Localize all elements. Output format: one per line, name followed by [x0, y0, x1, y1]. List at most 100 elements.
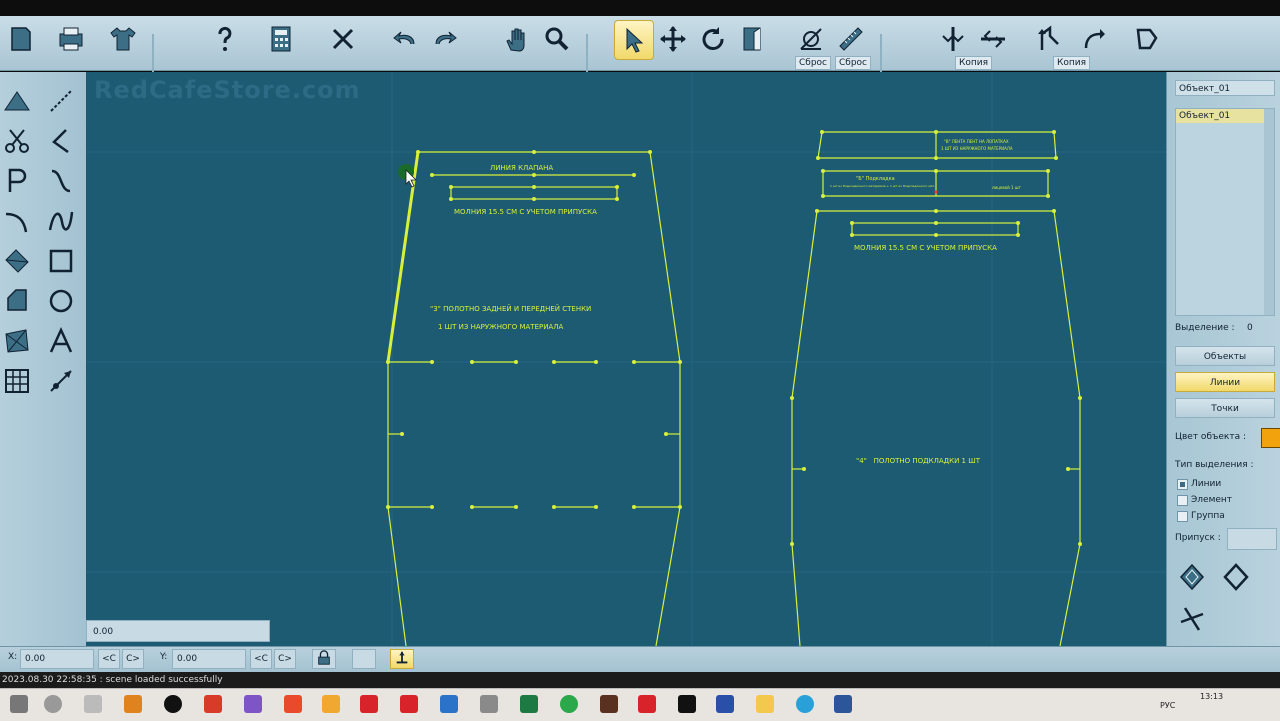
copy-rotate-left-icon[interactable]	[1030, 20, 1068, 58]
undo-icon[interactable]	[386, 20, 424, 58]
angle-tool-icon[interactable]	[44, 124, 78, 158]
flare-tool-icon[interactable]	[0, 324, 34, 358]
copy-label-1: Копия	[955, 56, 993, 70]
x-next-button[interactable]: C>	[122, 649, 144, 669]
drawing-canvas[interactable]: RedCafeStore.com ЛИНИЯ КЛАПАНА МОЛНИЯ 15…	[86, 72, 1166, 646]
allowance-input[interactable]	[1227, 528, 1277, 550]
browser-icon[interactable]	[284, 695, 302, 713]
point-tool-icon[interactable]	[0, 164, 34, 198]
garment-icon[interactable]	[104, 20, 142, 58]
status-line: 2023.08.30 22:58:35 : scene loaded succe…	[0, 672, 1280, 688]
dart-tool-icon[interactable]	[0, 244, 34, 278]
calculator-icon[interactable]	[262, 20, 300, 58]
language-indicator[interactable]: РУС	[1160, 701, 1175, 710]
app-icon[interactable]	[638, 695, 656, 713]
intersect-icon[interactable]	[1175, 602, 1209, 636]
x-prev-button[interactable]: <C	[98, 649, 120, 669]
app-icon[interactable]	[360, 695, 378, 713]
curve-tool-icon[interactable]	[44, 164, 78, 198]
grid-tool-icon[interactable]	[0, 364, 34, 398]
flap-line-label: ЛИНИЯ КЛАПАНА	[490, 164, 554, 172]
y-coordinate-input[interactable]: 0.00	[172, 649, 246, 669]
start-icon[interactable]	[10, 695, 28, 713]
print-icon[interactable]	[52, 20, 90, 58]
delete-cross-icon[interactable]	[324, 20, 362, 58]
copy-label-2: Копия	[1053, 56, 1091, 70]
measure-tool-icon[interactable]	[44, 364, 78, 398]
allowance-add-icon[interactable]	[1175, 560, 1209, 594]
object-list-item-selected[interactable]: Объект_01	[1176, 109, 1264, 123]
folder-icon[interactable]	[756, 695, 774, 713]
help-icon[interactable]	[206, 20, 244, 58]
group-checkbox[interactable]	[1177, 511, 1188, 522]
objects-button[interactable]: Объекты	[1175, 346, 1275, 366]
zipper-label-front: МОЛНИЯ 15.5 СМ С УЧЕТОМ ПРИПУСКА	[454, 208, 597, 216]
y-next-button[interactable]: C>	[274, 649, 296, 669]
y-prev-button[interactable]: <C	[250, 649, 272, 669]
element-checkbox[interactable]	[1177, 495, 1188, 506]
telegram-icon[interactable]	[796, 695, 814, 713]
triangle-tool-icon[interactable]	[0, 84, 34, 118]
coordinate-readout: 0.00	[86, 620, 270, 642]
list-scrollbar[interactable]	[1264, 109, 1274, 315]
selection-type-label: Тип выделения :	[1175, 460, 1254, 470]
zoom-icon[interactable]	[538, 20, 576, 58]
front-piece-label-1: "3" ПОЛОТНО ЗАДНЕЙ И ПЕРЕДНЕЙ СТЕНКИ	[430, 305, 592, 313]
ruler-icon[interactable]	[832, 20, 870, 58]
lining-top-label: "В" ЛЕНТА ПЕНТ НА ЛОПАТКАХ	[944, 139, 1009, 144]
new-file-icon[interactable]	[2, 20, 40, 58]
move-icon[interactable]	[654, 20, 692, 58]
arc-tool-icon[interactable]	[0, 204, 34, 238]
allowance-shape-icon[interactable]	[1219, 560, 1253, 594]
reset-angle-icon[interactable]	[792, 20, 830, 58]
lock-icon[interactable]	[312, 649, 336, 669]
select-arrow-icon[interactable]	[614, 20, 654, 60]
lines-checkbox[interactable]	[1177, 479, 1188, 490]
app-icon[interactable]	[322, 695, 340, 713]
pattern-drawing	[86, 72, 1166, 646]
app-icon[interactable]	[560, 695, 578, 713]
rotate-icon[interactable]	[694, 20, 732, 58]
spline-tool-icon[interactable]	[44, 204, 78, 238]
drawing-tools-panel	[0, 72, 87, 646]
points-button[interactable]: Точки	[1175, 398, 1275, 418]
app-icon[interactable]	[400, 695, 418, 713]
mirror-icon[interactable]	[734, 20, 772, 58]
excel-icon[interactable]	[520, 695, 538, 713]
blank-toggle-button[interactable]	[352, 649, 376, 669]
app-icon[interactable]	[204, 695, 222, 713]
lining-mid-right-label: лицевой 1 шт	[992, 185, 1021, 190]
rectangle-tool-icon[interactable]	[44, 244, 78, 278]
copy-vertical-icon[interactable]	[934, 20, 972, 58]
snap-icon[interactable]	[390, 649, 414, 669]
element-option-label: Элемент	[1191, 495, 1233, 505]
search-icon[interactable]	[44, 695, 62, 713]
object-name-field[interactable]: Объект_01	[1175, 80, 1275, 96]
viber-icon[interactable]	[244, 695, 262, 713]
app-icon[interactable]	[440, 695, 458, 713]
app-icon[interactable]	[480, 695, 498, 713]
app-icon[interactable]	[600, 695, 618, 713]
polygon-tool-icon[interactable]	[0, 284, 34, 318]
clock-time[interactable]: 13:13	[1200, 692, 1223, 701]
copy-rotate-right-icon[interactable]	[1074, 20, 1112, 58]
app-icon[interactable]	[678, 695, 696, 713]
scissors-icon[interactable]	[0, 124, 34, 158]
text-tool-icon[interactable]	[44, 324, 78, 358]
x-coordinate-input[interactable]: 0.00	[20, 649, 94, 669]
circle-tool-icon[interactable]	[44, 284, 78, 318]
word-icon[interactable]	[834, 695, 852, 713]
object-list[interactable]: Объект_01	[1175, 108, 1275, 316]
app-icon[interactable]	[164, 695, 182, 713]
app-icon[interactable]	[124, 695, 142, 713]
shape-edit-icon[interactable]	[1128, 20, 1166, 58]
lines-button[interactable]: Линии	[1175, 372, 1275, 392]
taskview-icon[interactable]	[84, 695, 102, 713]
copy-horizontal-icon[interactable]	[974, 20, 1012, 58]
object-color-swatch[interactable]	[1261, 428, 1280, 448]
hand-pan-icon[interactable]	[498, 20, 536, 58]
lines-option-label: Линии	[1191, 479, 1222, 489]
app-icon[interactable]	[716, 695, 734, 713]
redo-icon[interactable]	[426, 20, 464, 58]
line-tool-icon[interactable]	[44, 84, 78, 118]
